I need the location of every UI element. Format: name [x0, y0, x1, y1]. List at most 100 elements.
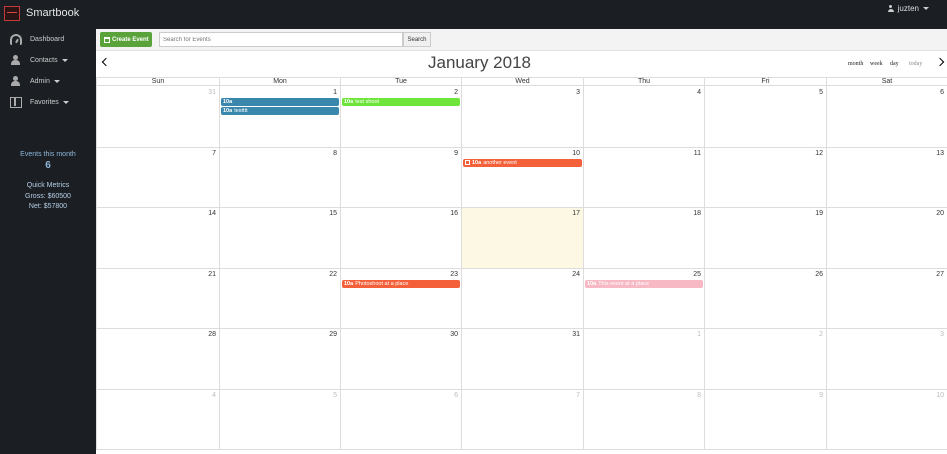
view-month-button[interactable]: month — [848, 61, 863, 67]
day-cell[interactable]: 24 — [461, 268, 583, 329]
day-cell[interactable]: 21 — [96, 268, 219, 329]
brand-name[interactable]: Smartbook — [26, 7, 79, 19]
create-event-button[interactable]: Create Event — [100, 32, 152, 47]
day-cell[interactable]: 4 — [583, 87, 704, 148]
day-cell[interactable]: 23 10a Photoshoot at a place — [340, 268, 461, 329]
day-number: 7 — [576, 391, 580, 399]
day-cell[interactable]: 28 — [96, 329, 219, 390]
day-cell[interactable]: 3 — [461, 87, 583, 148]
day-cell[interactable]: 4 — [96, 389, 219, 450]
day-cell[interactable]: 11 — [583, 147, 704, 208]
main-content: Create Event Search January 2018 month w… — [96, 29, 947, 454]
dashboard-icon — [10, 33, 22, 45]
caret-down-icon — [61, 58, 68, 62]
day-number: 22 — [329, 270, 337, 278]
day-cell[interactable]: 10 10a another event — [461, 147, 583, 208]
day-number: 5 — [819, 89, 823, 96]
events-this-month-count: 6 — [45, 160, 51, 171]
day-cell[interactable]: 1 — [583, 329, 704, 390]
day-cell[interactable]: 8 — [583, 389, 704, 450]
search-events-input[interactable] — [159, 32, 403, 47]
day-cell[interactable]: 7 — [96, 147, 219, 208]
calendar-event[interactable]: 10a test shoot — [342, 98, 460, 106]
day-cell[interactable]: 29 — [219, 329, 340, 390]
day-cell[interactable]: 2 10a test shoot — [340, 87, 461, 148]
day-cell[interactable]: 25 10a This event at a place — [583, 268, 704, 329]
day-cell[interactable]: 31 — [461, 329, 583, 390]
day-number: 3 — [576, 89, 580, 96]
day-of-week-fri: Fri — [704, 78, 826, 87]
sidebar-item-dashboard[interactable]: Dashboard — [0, 29, 96, 49]
day-cell[interactable]: 1 10a 10a testttt — [219, 87, 340, 148]
day-cell[interactable]: 8 — [219, 147, 340, 208]
day-cell[interactable]: 6 — [826, 87, 947, 148]
day-number: 12 — [815, 149, 823, 157]
admin-icon — [10, 75, 22, 87]
net-metric: Net: $57800 — [28, 203, 68, 210]
day-cell[interactable]: 15 — [219, 208, 340, 269]
calendar-event[interactable]: 10a testttt — [221, 107, 339, 115]
top-navbar: Smartbook juzten — [0, 0, 947, 29]
day-number: 10 — [572, 149, 580, 157]
day-cell[interactable]: 31 — [96, 87, 219, 148]
day-number: 27 — [936, 270, 944, 278]
caret-down-icon — [923, 7, 929, 10]
day-cell[interactable]: 27 — [826, 268, 947, 329]
next-month-icon[interactable] — [935, 57, 945, 67]
month-grid: Sun Mon Tue Wed Thu Fri Sat 31 1 10a 10a testttt 2 1… — [96, 77, 947, 453]
calendar-header: January 2018 month week day today — [96, 51, 947, 75]
caret-down-icon — [62, 100, 69, 104]
day-number: 2 — [454, 89, 458, 96]
day-number: 6 — [454, 391, 458, 399]
search-button[interactable]: Search — [403, 32, 431, 47]
calendar-event[interactable]: 10a another event — [463, 158, 582, 167]
event-title: This event at a place — [598, 280, 649, 287]
day-number: 23 — [450, 270, 458, 278]
day-number: 9 — [819, 391, 823, 399]
day-cell[interactable]: 7 — [461, 389, 583, 450]
day-cell[interactable]: 16 — [340, 208, 461, 269]
view-day-button[interactable]: day — [890, 61, 899, 67]
sidebar-item-favorites[interactable]: Favorites — [0, 92, 96, 112]
day-cell[interactable]: 13 — [826, 147, 947, 208]
day-cell[interactable]: 17 — [461, 208, 583, 269]
view-week-button[interactable]: week — [870, 61, 883, 67]
day-cell[interactable]: 5 — [704, 87, 826, 148]
day-number: 1 — [697, 331, 701, 338]
event-time: 10a — [344, 280, 354, 287]
day-cell[interactable]: 20 — [826, 208, 947, 269]
today-button[interactable]: today — [909, 61, 922, 67]
day-number: 3 — [940, 331, 944, 338]
calendar-event[interactable]: 10a This event at a place — [585, 279, 703, 288]
sidebar-item-contacts[interactable]: Contacts — [0, 50, 96, 70]
day-cell[interactable]: 14 — [96, 208, 219, 269]
day-number: 29 — [329, 331, 337, 338]
day-cell[interactable]: 2 — [704, 329, 826, 390]
day-cell[interactable]: 10 — [826, 389, 947, 450]
day-number: 11 — [693, 149, 701, 157]
event-time: 10a — [472, 159, 482, 166]
day-number: 20 — [936, 210, 944, 217]
caret-down-icon — [53, 79, 60, 83]
user-menu[interactable]: juzten — [887, 4, 929, 13]
sidebar-item-admin[interactable]: Admin — [0, 71, 96, 91]
day-cell[interactable]: 18 — [583, 208, 704, 269]
day-cell[interactable]: 22 — [219, 268, 340, 329]
day-cell[interactable]: 9 — [704, 389, 826, 450]
user-icon — [887, 5, 894, 12]
day-cell[interactable]: 12 — [704, 147, 826, 208]
day-cell[interactable]: 26 — [704, 268, 826, 329]
day-of-week-tue: Tue — [340, 78, 461, 87]
smartbook-logo-icon[interactable] — [4, 6, 20, 21]
day-number: 5 — [333, 391, 337, 399]
day-cell[interactable]: 9 — [340, 147, 461, 208]
day-cell[interactable]: 19 — [704, 208, 826, 269]
calendar-event[interactable]: 10a — [221, 98, 339, 106]
calendar-event[interactable]: 10a Photoshoot at a place — [342, 279, 460, 288]
day-cell[interactable]: 6 — [340, 389, 461, 450]
day-number: 13 — [936, 149, 944, 157]
day-number: 28 — [208, 331, 216, 338]
day-cell[interactable]: 5 — [219, 389, 340, 450]
day-cell[interactable]: 30 — [340, 329, 461, 390]
day-cell[interactable]: 3 — [826, 329, 947, 390]
